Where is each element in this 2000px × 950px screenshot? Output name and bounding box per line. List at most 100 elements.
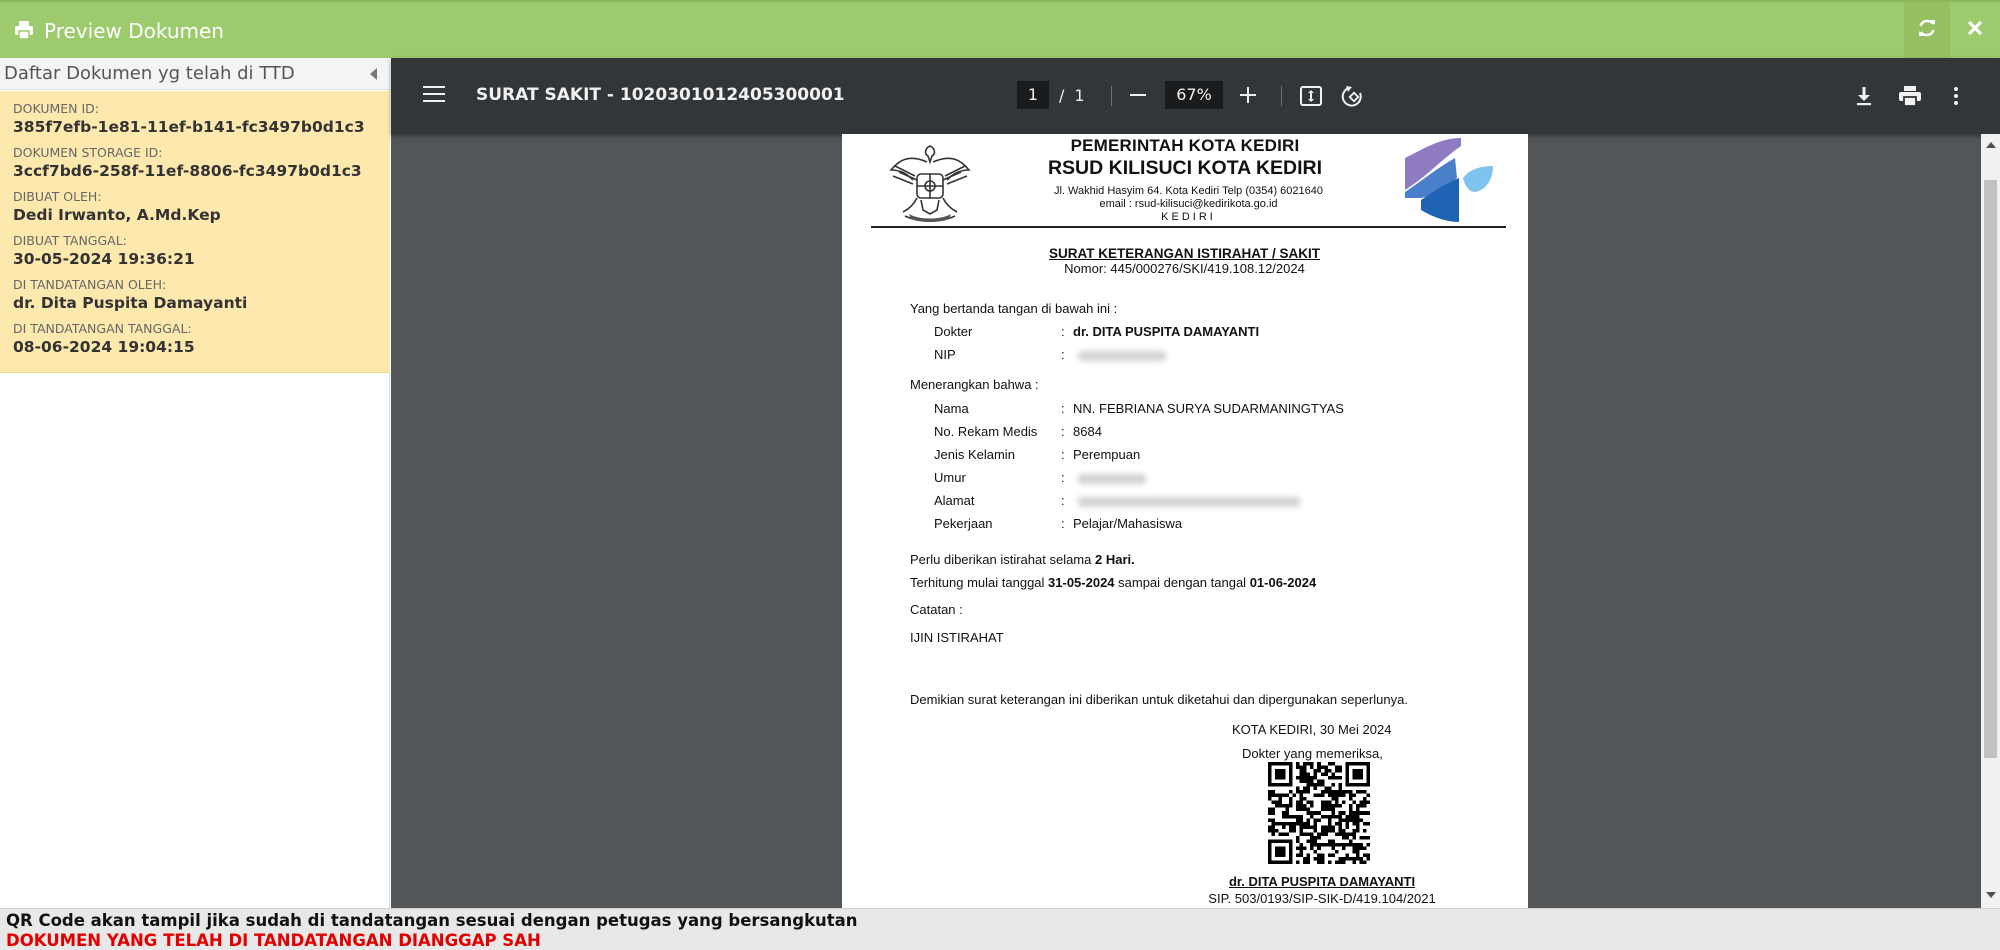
- place-date: KOTA KEDIRI, 30 Mei 2024: [1232, 722, 1392, 737]
- medical-record-value: 8684: [1073, 424, 1102, 439]
- document-info-panel: DOKUMEN ID: 385f7efb-1e81-11ef-b141-fc34…: [0, 91, 390, 373]
- page-separator: /: [1059, 85, 1065, 105]
- storage-id-value: 3ccf7bd6-258f-11ef-8806-fc3497b0d1c3: [13, 162, 362, 180]
- page-indicator: 1 / 1: [1017, 81, 1085, 109]
- zoom-in-icon[interactable]: [1237, 84, 1259, 106]
- hospital-email: email : rsud-kilisuci@kedirikota.go.id: [1099, 198, 1278, 210]
- qr-info-text: QR Code akan tampil jika sudah di tandat…: [6, 911, 858, 930]
- download-icon[interactable]: [1853, 85, 1875, 107]
- fit-page-icon[interactable]: [1299, 84, 1323, 108]
- qr-code: [1268, 762, 1370, 864]
- medical-record-label: No. Rekam Medis: [934, 424, 1038, 439]
- name-value: NN. FEBRIANA SURYA SUDARMANINGTYAS: [1073, 401, 1344, 416]
- colon: :: [1061, 347, 1065, 362]
- pdf-document-title: SURAT SAKIT - 1020301012405300001: [476, 85, 845, 105]
- page-total: 1: [1074, 85, 1085, 105]
- sidebar-title: Daftar Dokumen yg telah di TTD: [4, 63, 295, 84]
- collapse-sidebar-icon[interactable]: [370, 68, 377, 80]
- hospital-city: KEDIRI: [1161, 211, 1216, 223]
- age-label: Umur: [934, 470, 966, 485]
- redacted-age: [1078, 474, 1146, 484]
- letter-title: SURAT KETERANGAN ISTIRAHAT / SAKIT: [1049, 246, 1320, 261]
- zoom-level-input[interactable]: 67%: [1165, 81, 1223, 109]
- created-date-label: DIBUAT TANGGAL:: [13, 233, 127, 248]
- signed-date-value: 08-06-2024 19:04:15: [13, 338, 195, 356]
- occupation-label: Pekerjaan: [934, 516, 993, 531]
- qr-modules: [1268, 762, 1370, 864]
- name-label: Nama: [934, 401, 969, 416]
- signed-by-label: DI TANDATANGAN OLEH:: [13, 277, 167, 292]
- occupation-value: Pelajar/Mahasiswa: [1073, 516, 1183, 531]
- intro-text: Yang bertanda tangan di bawah ini :: [910, 301, 1118, 316]
- signer-license: SIP. 503/0193/SIP-SIK-D/419.104/2021: [1208, 891, 1436, 906]
- examiner-label: Dokter yang memeriksa,: [1242, 746, 1383, 761]
- rest-duration-days: 2 Hari.: [1094, 552, 1135, 567]
- more-icon[interactable]: [1952, 85, 1960, 107]
- rotate-icon[interactable]: [1341, 84, 1365, 108]
- government-header: PEMERINTAH KOTA KEDIRI: [1070, 136, 1300, 155]
- scroll-up-icon[interactable]: [1986, 142, 1996, 148]
- sidebar-header: Daftar Dokumen yg telah di TTD: [0, 58, 390, 90]
- scrollbar-thumb[interactable]: [1984, 180, 1997, 758]
- created-by-label: DIBUAT OLEH:: [13, 189, 102, 204]
- rest-end-date: 01-06-2024: [1249, 575, 1317, 590]
- page-number-input[interactable]: 1: [1017, 81, 1049, 109]
- rest-period-prefix: Terhitung mulai tanggal: [910, 575, 1049, 590]
- pdf-toolbar: SURAT SAKIT - 1020301012405300001 1 / 1 …: [391, 58, 2000, 134]
- colon: :: [1061, 470, 1065, 485]
- close-icon: [1967, 20, 1983, 40]
- title-bar: Preview Dokumen: [0, 0, 2000, 58]
- rest-period-middle: sampai dengan tangal: [1114, 575, 1250, 590]
- address-label: Alamat: [934, 493, 975, 508]
- colon: :: [1061, 516, 1065, 531]
- storage-id-label: DOKUMEN STORAGE ID:: [13, 145, 163, 160]
- hospital-header: RSUD KILISUCI KOTA KEDIRI: [1047, 157, 1323, 179]
- refresh-icon: [1917, 18, 1937, 42]
- rest-start-date: 31-05-2024: [1048, 575, 1115, 590]
- refresh-button[interactable]: [1904, 2, 1950, 58]
- scroll-down-icon[interactable]: [1986, 892, 1996, 898]
- colon: :: [1061, 424, 1065, 439]
- rest-duration-text: Perlu diberikan istirahat selama 2 Hari.: [910, 552, 1135, 567]
- colon: :: [1061, 401, 1065, 416]
- document-sidebar: Daftar Dokumen yg telah di TTD DOKUMEN I…: [0, 58, 390, 908]
- gender-value: Perempuan: [1073, 447, 1141, 462]
- toolbar-divider: [1281, 86, 1282, 106]
- menu-icon[interactable]: [423, 86, 445, 104]
- colon: :: [1061, 324, 1065, 339]
- validity-notice: DOKUMEN YANG TELAH DI TANDATANGAN DIANGG…: [6, 931, 541, 950]
- colon: :: [1061, 447, 1065, 462]
- signed-by-value: dr. Dita Puspita Damayanti: [13, 294, 248, 312]
- doctor-label: Dokter: [934, 324, 973, 339]
- close-button[interactable]: [1950, 2, 2000, 58]
- status-footer: QR Code akan tampil jika sudah di tandat…: [0, 908, 2000, 950]
- closing-text: Demikian surat keterangan ini diberikan …: [910, 692, 1408, 707]
- doctor-value: dr. DITA PUSPITA DAMAYANTI: [1073, 324, 1260, 339]
- signer-name: dr. DITA PUSPITA DAMAYANTI: [1228, 874, 1416, 889]
- rest-duration-prefix: Perlu diberikan istirahat selama: [910, 552, 1095, 567]
- redacted-address: [1078, 497, 1300, 507]
- letterhead-divider: [871, 226, 1506, 228]
- gender-label: Jenis Kelamin: [934, 447, 1015, 462]
- document-id-value: 385f7efb-1e81-11ef-b141-fc3497b0d1c3: [13, 118, 365, 136]
- created-by-value: Dedi Irwanto, A.Md.Kep: [13, 206, 221, 224]
- rest-period-text: Terhitung mulai tanggal 31-05-2024 sampa…: [910, 575, 1316, 590]
- print-icon[interactable]: [1898, 85, 1922, 107]
- explains-text: Menerangkan bahwa :: [910, 377, 1039, 392]
- zoom-out-icon[interactable]: [1127, 84, 1149, 106]
- window-title: Preview Dokumen: [44, 19, 224, 43]
- signed-date-label: DI TANDATANGAN TANGGAL:: [13, 321, 192, 336]
- note-value: IJIN ISTIRAHAT: [910, 630, 1004, 645]
- document-page: PEMERINTAH KOTA KEDIRI RSUD KILISUCI KOT…: [842, 134, 1528, 908]
- pdf-viewer: SURAT SAKIT - 1020301012405300001 1 / 1 …: [391, 58, 2000, 908]
- print-icon: [14, 20, 34, 40]
- redacted-nip: [1078, 351, 1166, 361]
- nip-label: NIP: [934, 347, 956, 362]
- document-id-label: DOKUMEN ID:: [13, 101, 100, 116]
- note-label: Catatan :: [910, 602, 963, 617]
- letter-number: Nomor: 445/000276/SKI/419.108.12/2024: [1064, 261, 1305, 276]
- toolbar-divider: [1111, 86, 1112, 106]
- vertical-scrollbar[interactable]: [1981, 134, 2000, 908]
- created-date-value: 30-05-2024 19:36:21: [13, 250, 195, 268]
- hospital-address: Jl. Wakhid Hasyim 64. Kota Kediri Telp (…: [1053, 185, 1324, 197]
